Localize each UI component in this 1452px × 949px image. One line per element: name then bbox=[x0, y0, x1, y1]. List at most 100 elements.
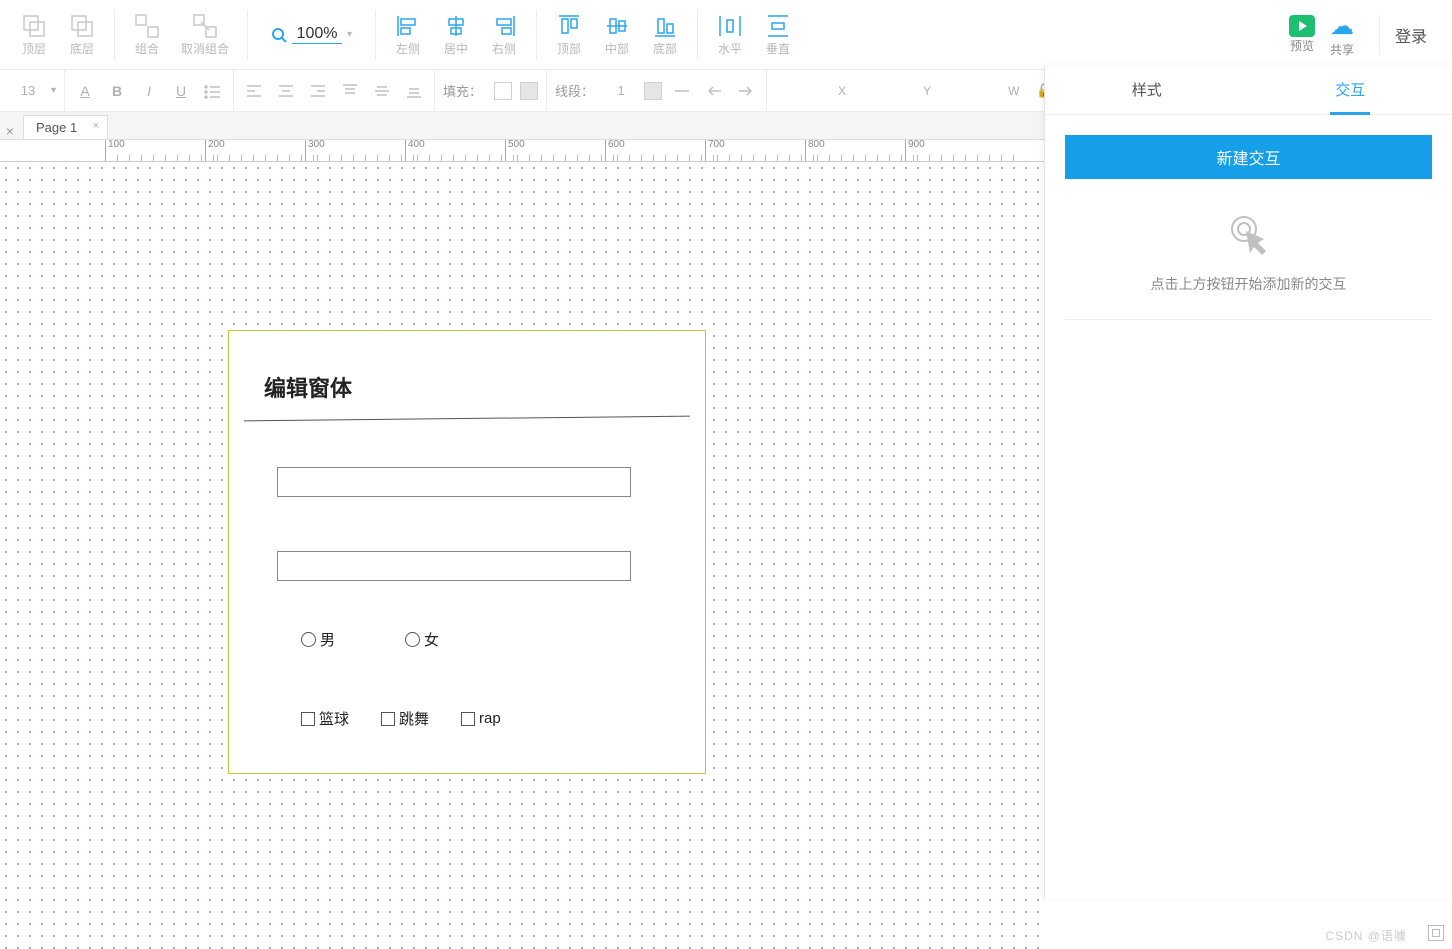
label: 右侧 bbox=[492, 40, 516, 57]
label: 取消组合 bbox=[181, 40, 229, 57]
align-bottom-button[interactable]: 底部 bbox=[641, 12, 689, 57]
radio-label: 男 bbox=[320, 629, 335, 650]
italic-button[interactable]: I bbox=[137, 79, 161, 103]
dropdown-icon[interactable]: ▾ bbox=[51, 85, 56, 96]
x-input[interactable] bbox=[775, 83, 830, 98]
align-top-button[interactable]: 顶部 bbox=[545, 12, 593, 57]
label: 底层 bbox=[70, 40, 94, 57]
distribute-v-button[interactable]: 垂直 bbox=[754, 12, 802, 57]
separator bbox=[375, 10, 376, 60]
text-input-1[interactable] bbox=[277, 467, 631, 497]
align-center-button[interactable]: 居中 bbox=[432, 12, 480, 57]
align-right-icon bbox=[490, 12, 518, 40]
send-back-button[interactable]: 底层 bbox=[58, 12, 106, 57]
font-group: 13 ▾ bbox=[5, 70, 65, 111]
valign-bot-button[interactable] bbox=[402, 79, 426, 103]
line-style-button[interactable] bbox=[670, 79, 694, 103]
text-left-button[interactable] bbox=[242, 79, 266, 103]
preview-button[interactable]: 预览 bbox=[1289, 15, 1315, 54]
distribute-h-button[interactable]: 水平 bbox=[706, 12, 754, 57]
label: 组合 bbox=[135, 40, 159, 57]
bring-front-button[interactable]: 顶层 bbox=[10, 12, 58, 57]
canvas[interactable]: 编辑窗体 男 女 篮球 跳舞 rap bbox=[0, 162, 1044, 949]
align-center-icon bbox=[442, 12, 470, 40]
fill-pattern-swatch[interactable] bbox=[520, 82, 538, 100]
arrow-end-button[interactable] bbox=[734, 79, 758, 103]
new-interaction-button[interactable]: 新建交互 bbox=[1065, 135, 1432, 179]
layer-bottom-icon bbox=[68, 12, 96, 40]
fill-color-swatch[interactable] bbox=[494, 82, 512, 100]
list-button[interactable] bbox=[201, 79, 225, 103]
check-rap[interactable]: rap bbox=[461, 708, 501, 729]
arrow-start-icon bbox=[705, 82, 723, 100]
text-right-button[interactable] bbox=[306, 79, 330, 103]
align-group bbox=[234, 70, 435, 111]
close-all-button[interactable]: × bbox=[0, 123, 20, 139]
align-middle-icon bbox=[603, 12, 631, 40]
separator bbox=[114, 10, 115, 60]
label: 顶部 bbox=[557, 40, 581, 57]
toolbar-right: 预览 ☁共享 登录 bbox=[1289, 12, 1442, 58]
y-input[interactable] bbox=[860, 83, 915, 98]
y-label: Y bbox=[923, 84, 937, 98]
text-input-2[interactable] bbox=[277, 551, 631, 581]
page-tab[interactable]: Page 1× bbox=[23, 115, 108, 139]
scroll-indicator-icon[interactable] bbox=[1428, 925, 1444, 941]
search-icon bbox=[271, 27, 287, 43]
line-group: 线段： bbox=[547, 70, 767, 111]
valign-mid-icon bbox=[373, 82, 391, 100]
text-center-button[interactable] bbox=[274, 79, 298, 103]
label: 预览 bbox=[1290, 37, 1314, 54]
font-color-button[interactable]: A bbox=[73, 79, 97, 103]
watermark: CSDN @语噱 bbox=[1325, 927, 1407, 944]
font-size-input[interactable]: 13 bbox=[13, 83, 43, 98]
valign-bot-icon bbox=[405, 82, 423, 100]
ungroup-button[interactable]: 取消组合 bbox=[171, 12, 239, 57]
dropdown-icon[interactable]: ▾ bbox=[347, 29, 352, 40]
zoom-control[interactable]: 100% ▾ bbox=[271, 25, 352, 44]
tab-interaction[interactable]: 交互 bbox=[1249, 65, 1452, 114]
group-button[interactable]: 组合 bbox=[123, 12, 171, 57]
zoom-value[interactable]: 100% bbox=[292, 25, 342, 44]
click-icon bbox=[1224, 209, 1274, 259]
valign-top-icon bbox=[341, 82, 359, 100]
valign-mid-button[interactable] bbox=[370, 79, 394, 103]
label: 左侧 bbox=[396, 40, 420, 57]
group-icon bbox=[133, 12, 161, 40]
bold-button[interactable]: B bbox=[105, 79, 129, 103]
check-dance[interactable]: 跳舞 bbox=[381, 708, 429, 729]
radio-male[interactable]: 男 bbox=[301, 629, 335, 650]
align-left-button[interactable]: 左侧 bbox=[384, 12, 432, 57]
label: 顶层 bbox=[22, 40, 46, 57]
workspace: 编辑窗体 男 女 篮球 跳舞 rap bbox=[0, 162, 1044, 949]
share-button[interactable]: ☁共享 bbox=[1330, 12, 1354, 58]
arrow-end-icon bbox=[737, 82, 755, 100]
line-width-input[interactable] bbox=[606, 83, 636, 98]
separator bbox=[536, 10, 537, 60]
close-tab-icon[interactable]: × bbox=[93, 120, 99, 132]
divider bbox=[1065, 319, 1432, 320]
coords-group: X Y W 🔓 bbox=[767, 70, 1060, 111]
check-basketball[interactable]: 篮球 bbox=[301, 708, 349, 729]
radio-female[interactable]: 女 bbox=[405, 629, 439, 650]
underline-button[interactable]: U bbox=[169, 79, 193, 103]
login-button[interactable]: 登录 bbox=[1379, 15, 1442, 55]
checkbox-icon bbox=[301, 712, 315, 726]
tab-style[interactable]: 样式 bbox=[1045, 65, 1249, 114]
cloud-icon: ☁ bbox=[1330, 12, 1354, 41]
align-right-button[interactable]: 右侧 bbox=[480, 12, 528, 57]
align-middle-button[interactable]: 中部 bbox=[593, 12, 641, 57]
line-label: 线段： bbox=[555, 81, 594, 100]
label: 中部 bbox=[605, 40, 629, 57]
label: 居中 bbox=[444, 40, 468, 57]
selected-shape[interactable]: 编辑窗体 男 女 篮球 跳舞 rap bbox=[228, 330, 706, 774]
valign-top-button[interactable] bbox=[338, 79, 362, 103]
checkbox-icon bbox=[381, 712, 395, 726]
align-bottom-icon bbox=[651, 12, 679, 40]
align-left-icon bbox=[394, 12, 422, 40]
arrow-start-button[interactable] bbox=[702, 79, 726, 103]
separator bbox=[247, 10, 248, 60]
play-icon bbox=[1289, 15, 1315, 37]
w-input[interactable] bbox=[945, 83, 1000, 98]
line-color-swatch[interactable] bbox=[644, 82, 662, 100]
